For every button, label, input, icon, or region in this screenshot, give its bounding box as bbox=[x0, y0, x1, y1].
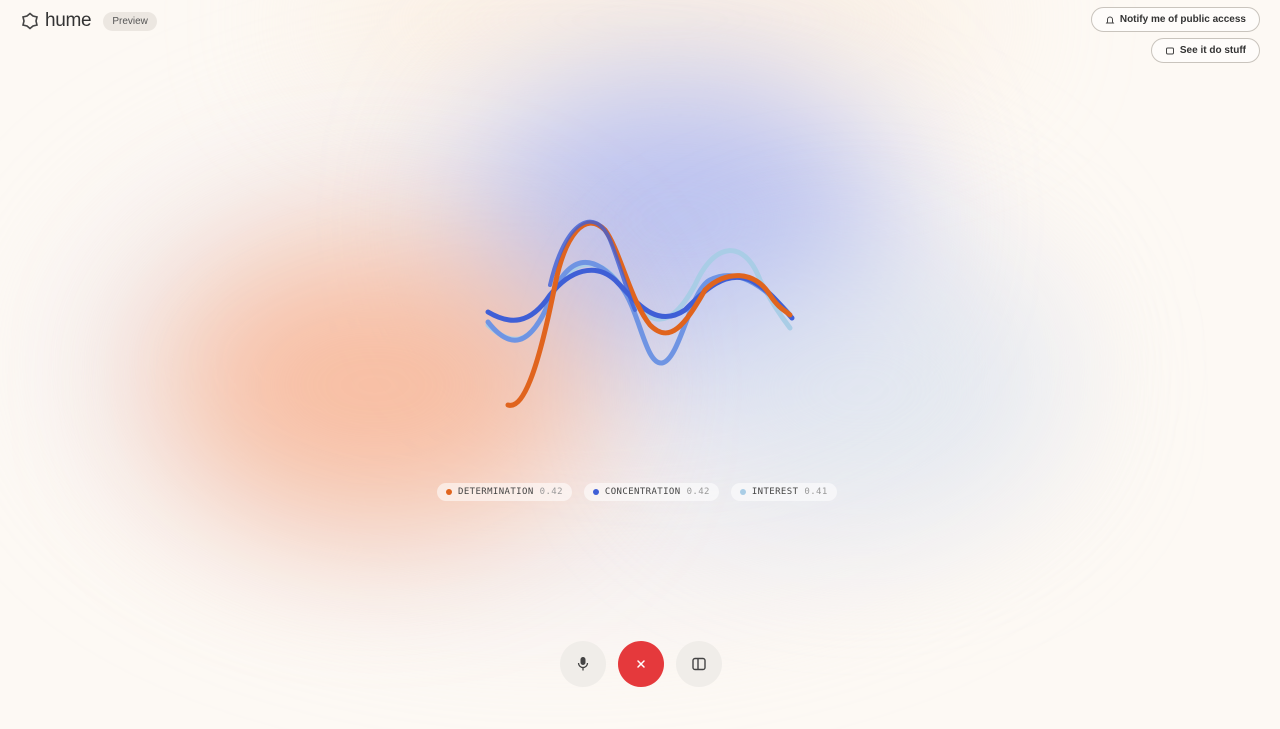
see-it-do-stuff-button[interactable]: See it do stuff bbox=[1150, 38, 1260, 63]
emotion-score: 0.41 bbox=[804, 487, 828, 497]
microphone-icon bbox=[577, 657, 589, 671]
call-controls bbox=[560, 641, 722, 687]
top-bar: hume Preview bbox=[20, 10, 157, 32]
notify-button[interactable]: Notify me of public access bbox=[1090, 7, 1260, 32]
emotion-chip-concentration: CONCENTRATION 0.42 bbox=[583, 483, 719, 501]
emotion-chip-interest: INTEREST 0.41 bbox=[730, 483, 837, 501]
emotion-waveform bbox=[485, 219, 795, 408]
panel-toggle-button[interactable] bbox=[676, 641, 722, 687]
see-label: See it do stuff bbox=[1179, 45, 1246, 56]
sidebar-panel-icon bbox=[692, 657, 706, 671]
logo[interactable]: hume bbox=[20, 10, 92, 32]
preview-badge: Preview bbox=[103, 11, 157, 31]
emotion-score: 0.42 bbox=[539, 487, 563, 497]
end-call-button[interactable] bbox=[618, 641, 664, 687]
emotion-label: DETERMINATION bbox=[458, 487, 534, 497]
emotion-score: 0.42 bbox=[686, 487, 710, 497]
emotion-chip-determination: DETERMINATION 0.42 bbox=[437, 483, 572, 501]
brand-name: hume bbox=[45, 10, 92, 31]
sparkle-icon bbox=[1165, 47, 1174, 54]
top-actions: Notify me of public access See it do stu… bbox=[1090, 7, 1260, 63]
bell-icon bbox=[1105, 16, 1115, 23]
determination-dot-icon bbox=[446, 489, 452, 495]
interest-dot-icon bbox=[739, 489, 746, 495]
emotion-label: CONCENTRATION bbox=[604, 487, 681, 497]
emotion-legend: DETERMINATION 0.42 CONCENTRATION 0.42 IN… bbox=[437, 483, 837, 501]
mic-button[interactable] bbox=[560, 641, 606, 687]
close-icon bbox=[637, 660, 645, 668]
hume-logo-icon bbox=[22, 12, 38, 30]
emotion-label: INTEREST bbox=[751, 487, 799, 497]
concentration-dot-icon bbox=[592, 489, 599, 495]
notify-label: Notify me of public access bbox=[1119, 14, 1246, 25]
